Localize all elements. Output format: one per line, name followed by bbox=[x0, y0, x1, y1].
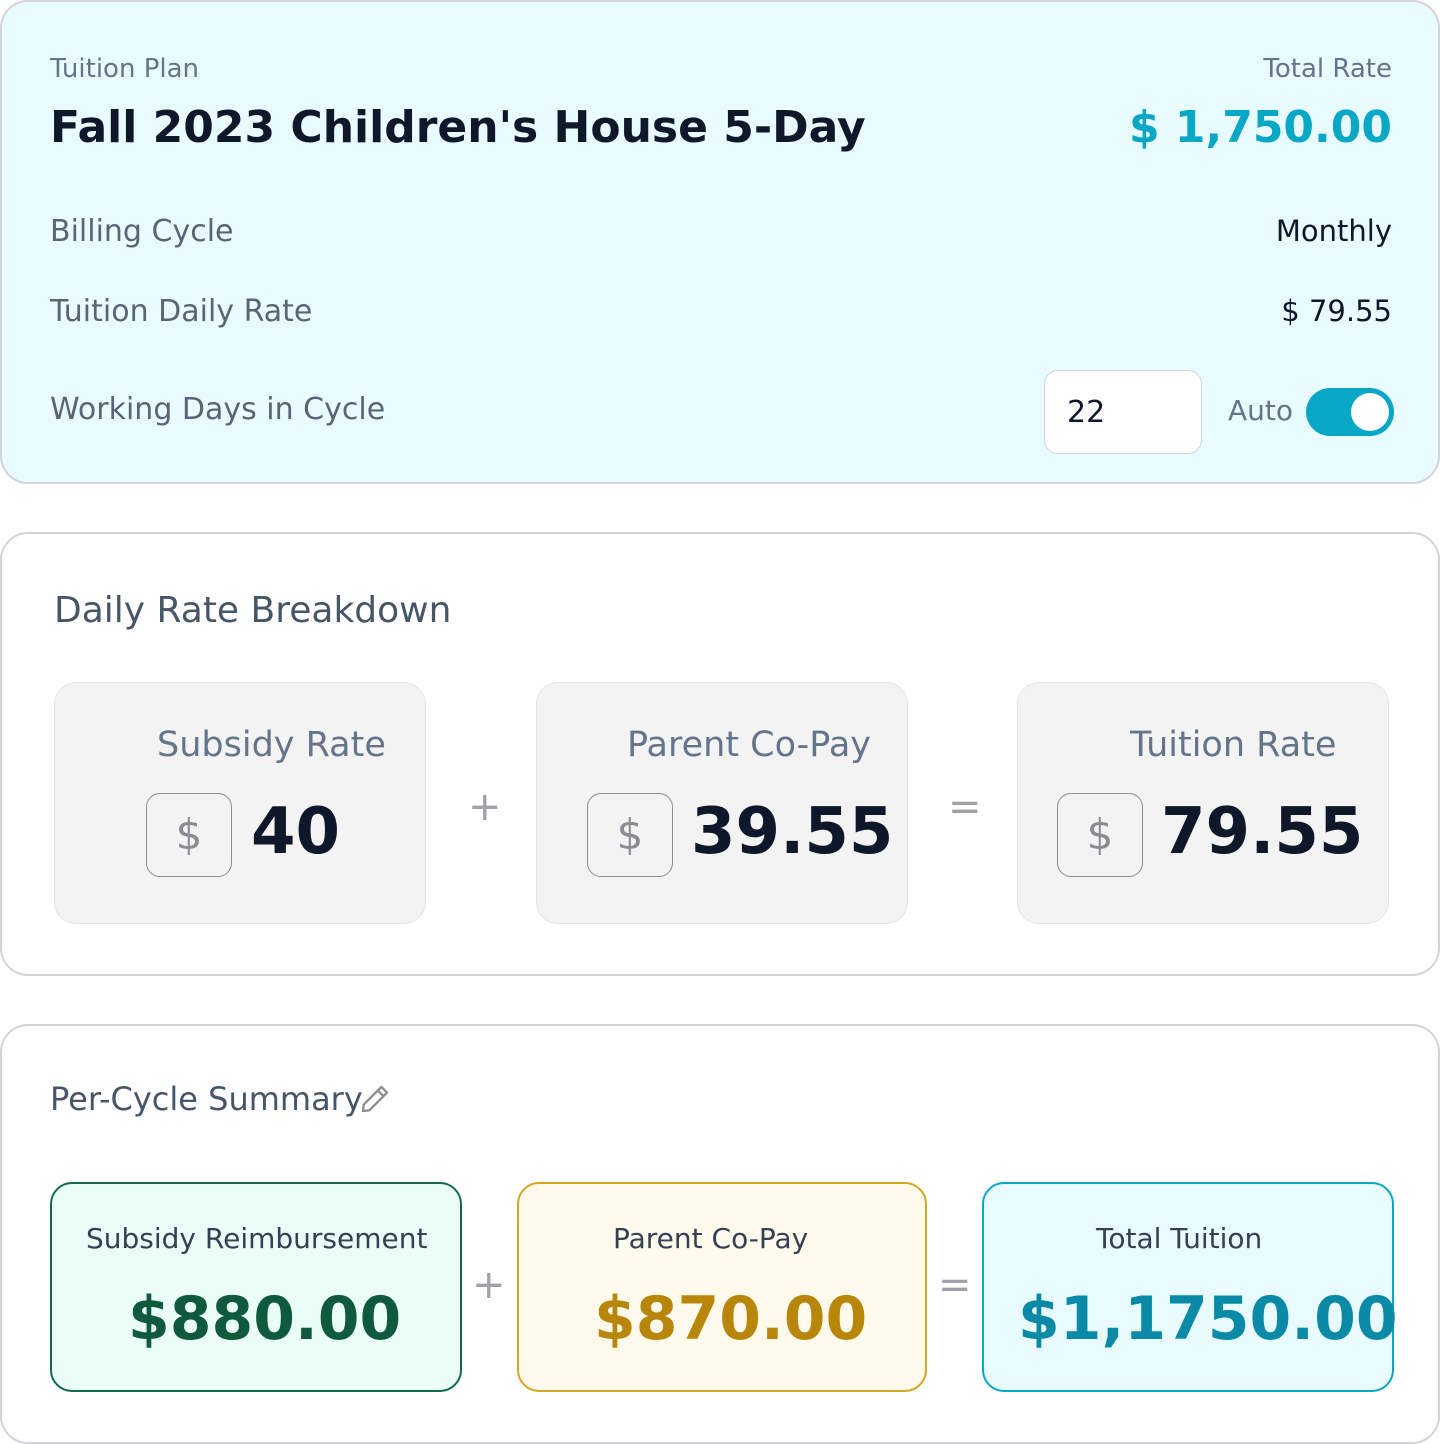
tuition-plan-card: Tuition Plan Fall 2023 Children's House … bbox=[0, 0, 1440, 484]
parent-copay-summary-value: $870.00 bbox=[594, 1284, 868, 1354]
auto-label: Auto bbox=[1228, 394, 1294, 427]
parent-copay-rate-box: Parent Co-Pay $ 39.55 bbox=[536, 682, 908, 924]
dollar-icon: $ bbox=[1057, 793, 1143, 877]
subsidy-reimbursement-value: $880.00 bbox=[128, 1284, 402, 1354]
plan-name: Fall 2023 Children's House 5-Day bbox=[50, 102, 866, 153]
equals-operator: = bbox=[948, 784, 982, 830]
subsidy-rate-value[interactable]: 40 bbox=[251, 795, 340, 869]
per-cycle-summary-card: Per-Cycle Summary Subsidy Reimbursement … bbox=[0, 1024, 1440, 1444]
dollar-icon: $ bbox=[146, 793, 232, 877]
total-tuition-label: Total Tuition bbox=[1096, 1222, 1263, 1255]
parent-copay-rate-value[interactable]: 39.55 bbox=[691, 795, 893, 869]
total-tuition-box: Total Tuition $1,1750.00 bbox=[982, 1182, 1398, 1392]
working-days-label: Working Days in Cycle bbox=[50, 392, 386, 427]
daily-rate-value: $ 79.55 bbox=[1281, 294, 1392, 328]
billing-cycle-label: Billing Cycle bbox=[50, 214, 234, 249]
working-days-input[interactable] bbox=[1044, 370, 1202, 454]
total-rate-value: $ 1,750.00 bbox=[1128, 102, 1392, 153]
plus-operator: + bbox=[468, 784, 502, 830]
total-rate-label: Total Rate bbox=[1263, 54, 1392, 84]
subsidy-rate-box: Subsidy Rate $ 40 bbox=[54, 682, 426, 924]
parent-copay-summary-label: Parent Co-Pay bbox=[613, 1222, 809, 1255]
plus-operator: + bbox=[472, 1262, 506, 1308]
daily-rate-label: Tuition Daily Rate bbox=[50, 294, 313, 329]
dollar-icon: $ bbox=[587, 793, 673, 877]
auto-toggle[interactable] bbox=[1306, 388, 1394, 436]
tuition-rate-box: Tuition Rate $ 79.55 bbox=[1017, 682, 1389, 924]
subsidy-reimbursement-box: Subsidy Reimbursement $880.00 bbox=[50, 1182, 462, 1392]
section-title: Per-Cycle Summary bbox=[50, 1080, 363, 1118]
section-title: Daily Rate Breakdown bbox=[54, 590, 452, 631]
tuition-rate-label: Tuition Rate bbox=[1130, 725, 1337, 765]
equals-operator: = bbox=[938, 1262, 972, 1308]
billing-cycle-value: Monthly bbox=[1275, 214, 1392, 248]
daily-rate-breakdown-card: Daily Rate Breakdown Subsidy Rate $ 40 +… bbox=[0, 532, 1440, 976]
subsidy-reimbursement-label: Subsidy Reimbursement bbox=[86, 1222, 428, 1255]
plan-label: Tuition Plan bbox=[50, 54, 200, 84]
pencil-icon[interactable] bbox=[358, 1082, 392, 1116]
total-tuition-value: $1,1750.00 bbox=[1018, 1284, 1398, 1354]
subsidy-rate-label: Subsidy Rate bbox=[157, 725, 386, 765]
parent-copay-rate-label: Parent Co-Pay bbox=[627, 725, 871, 765]
tuition-rate-value: 79.55 bbox=[1161, 795, 1364, 869]
auto-toggle-knob bbox=[1351, 393, 1389, 431]
parent-copay-summary-box: Parent Co-Pay $870.00 bbox=[517, 1182, 927, 1392]
